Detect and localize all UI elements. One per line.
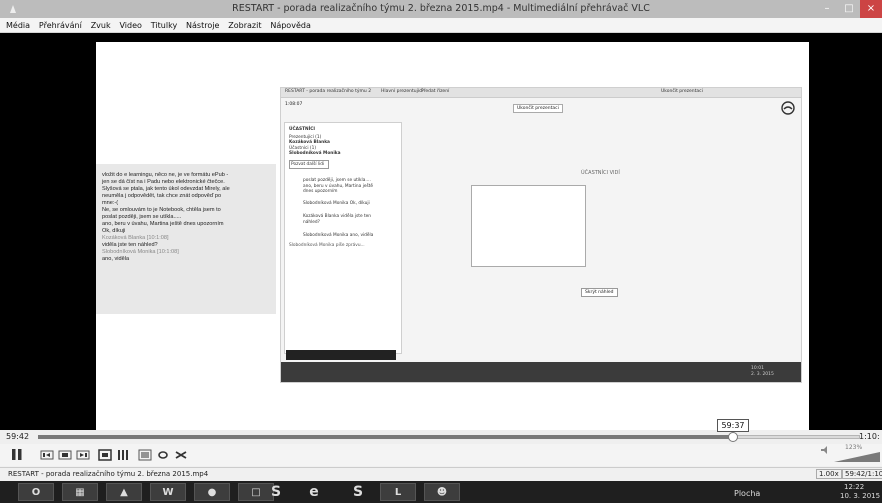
participant-name: Slobodníková Monika	[289, 151, 341, 156]
chat-log: vložit do e learningu, něco ne, je ve fo…	[96, 164, 276, 314]
menu-tools[interactable]: Nástroje	[186, 18, 219, 33]
inner-taskbar: 10:01 2. 3. 2015	[281, 362, 801, 382]
menu-view[interactable]: Zobrazit	[228, 18, 261, 33]
shuffle-icon[interactable]	[172, 446, 189, 463]
loop-icon[interactable]	[154, 446, 171, 463]
previous-icon[interactable]	[38, 446, 55, 463]
browser-icon[interactable]: ●	[194, 483, 230, 501]
current-time: 59:42	[6, 432, 30, 441]
inner-controls	[286, 350, 396, 360]
speaker-icon[interactable]	[820, 446, 832, 454]
vlc-taskbar-icon[interactable]: ▲	[106, 483, 142, 501]
minimize-icon[interactable]: –	[816, 0, 838, 18]
status-bar: RESTART - porada realizačního týmu 2. bř…	[0, 467, 882, 481]
pause-icon[interactable]	[8, 446, 25, 463]
internet-explorer-icon[interactable]: e	[300, 483, 328, 501]
desktop-label[interactable]: Plocha	[734, 489, 760, 498]
clock-time: 12:22	[844, 483, 865, 491]
chat-line: poslat později, jsem se utíkla.....	[102, 214, 182, 220]
message: ano, beru v úvahu, Martina ještě dnes up…	[303, 183, 374, 195]
total-time: 1:10:	[859, 432, 880, 441]
chat-line: Ne, se omlouvám to je Notebook, chtěla j…	[102, 207, 221, 213]
calculator-icon[interactable]: ▦	[62, 483, 98, 501]
maximize-icon[interactable]: □	[838, 0, 860, 18]
inner-date: 2. 3. 2015	[751, 372, 774, 377]
chat-line: Slyšová se ptala, jak tento úkol odevzda…	[102, 186, 230, 192]
stop-icon[interactable]	[56, 446, 73, 463]
inner-banner: Ukončit prezentaci	[513, 104, 563, 113]
inner-time: 1:08:07	[285, 102, 303, 107]
seek-progress	[38, 435, 734, 439]
invite-button: Pozvat další lidi	[289, 159, 329, 169]
status-time: 59:42/1:10:	[842, 469, 882, 479]
window-title: RESTART - porada realizačního týmu 2. bř…	[232, 3, 650, 14]
center-label: ÚČASTNÍCI VIDÍ	[581, 170, 620, 176]
inner-end-button: Ukončit prezentaci	[661, 89, 703, 94]
volume-level: 123%	[845, 444, 863, 451]
chat-author: Slobodníková Monika [10:1:08]	[102, 249, 179, 255]
skype2-icon[interactable]: S	[344, 483, 372, 501]
volume-slider[interactable]	[834, 452, 880, 462]
people-icon[interactable]: ☻	[424, 483, 460, 501]
control-bar	[0, 444, 882, 466]
preview-thumbnail	[471, 185, 586, 267]
inner-share-label: Hlavní prezentující	[381, 89, 423, 94]
inner-tabbar: RESTART - porada realizačního týmu 2 Hla…	[281, 88, 801, 98]
message: Kozáková Blanka viděla jste ten náhled?	[303, 214, 372, 225]
menu-playback[interactable]: Přehrávání	[39, 18, 82, 33]
shared-screen: RESTART - porada realizačního týmu 2 Hla…	[280, 87, 802, 383]
fullscreen-icon[interactable]	[96, 446, 113, 463]
playback-speed[interactable]: 1.00x	[816, 469, 842, 479]
next-icon[interactable]	[74, 446, 91, 463]
chat-line: ano, viděla	[102, 256, 130, 262]
typing-indicator: Slobodníková Monika píše zprávu...	[289, 242, 365, 248]
preview-button: Skrýt náhled	[581, 288, 618, 297]
clock-date: 10. 3. 2015	[840, 492, 881, 500]
close-icon[interactable]: ×	[860, 0, 882, 18]
hangup-icon	[781, 101, 795, 115]
menu-bar: Média Přehrávání Zvuk Video Titulky Nást…	[0, 18, 882, 33]
playlist-icon[interactable]	[136, 446, 153, 463]
inner-tab: RESTART - porada realizačního týmu 2	[285, 89, 372, 94]
inner-clock: 10:01	[751, 366, 764, 371]
section-title: ÚČASTNÍCI	[289, 127, 315, 132]
menu-video[interactable]: Video	[120, 18, 142, 33]
seek-knob[interactable]	[728, 432, 738, 442]
menu-subtitles[interactable]: Titulky	[151, 18, 177, 33]
chat-line: Ok, díkuji	[102, 228, 126, 234]
participants-panel: ÚČASTNÍCI Prezentující (1) Kozáková Blan…	[284, 122, 402, 354]
chat-author: Kozáková Blanka [10:1:08]	[102, 235, 169, 241]
chat-line: neuměla j odpovědět, tak chce znát odpov…	[102, 193, 222, 199]
lync-icon[interactable]: L	[380, 483, 416, 501]
chat-line: mne:-(	[102, 200, 119, 206]
menu-media[interactable]: Média	[6, 18, 30, 33]
chat-line: vložit do e learningu, něco ne, je ve fo…	[102, 172, 229, 178]
status-file: RESTART - porada realizačního týmu 2. bř…	[8, 470, 209, 478]
word-icon[interactable]: W	[150, 483, 186, 501]
menu-help[interactable]: Nápověda	[270, 18, 311, 33]
chat-line: jen se dá číst na i Padu nebo elektronic…	[102, 179, 225, 185]
chat-line: ano, beru v úvahu, Martina ještě dnes up…	[102, 221, 224, 227]
outlook-icon[interactable]: O	[18, 483, 54, 501]
seek-tooltip: 59:37	[717, 419, 749, 432]
skype-icon[interactable]: S	[262, 483, 290, 501]
inner-share-option: Předat řízení	[421, 89, 450, 94]
menu-audio[interactable]: Zvuk	[91, 18, 111, 33]
extended-settings-icon[interactable]	[114, 446, 131, 463]
chat-line: viděla jste ten náhled?	[102, 242, 158, 248]
title-bar: RESTART - porada realizačního týmu 2. bř…	[0, 0, 882, 18]
